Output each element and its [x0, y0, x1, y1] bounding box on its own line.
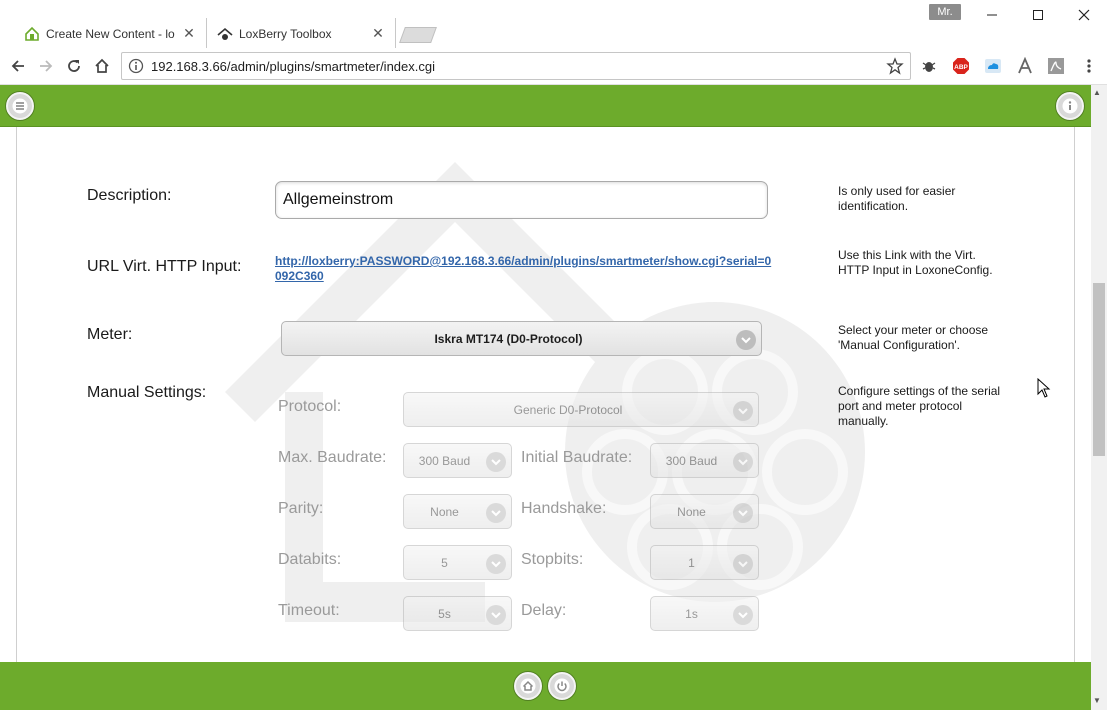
loxone-favicon-icon: [24, 26, 40, 42]
initial-baudrate-value: 300 Baud: [665, 453, 718, 468]
browser-menu-icon[interactable]: [1080, 57, 1098, 75]
pdf-extension-icon[interactable]: [1047, 57, 1065, 75]
home-icon: [520, 678, 536, 694]
svg-text:ABP: ABP: [954, 64, 968, 71]
protocol-select[interactable]: Generic D0-Protocol: [403, 392, 759, 427]
reload-icon[interactable]: [62, 54, 86, 78]
handshake-label: Handshake:: [521, 500, 607, 517]
bookmark-star-icon[interactable]: [886, 57, 904, 80]
parity-select[interactable]: None: [403, 494, 512, 529]
meter-select-value: Iskra MT174 (D0-Protocol): [434, 331, 583, 346]
chevron-down-icon: [486, 452, 506, 472]
url-virt-http-input-label: URL Virt. HTTP Input:: [87, 258, 242, 275]
url-text: 192.168.3.66/admin/plugins/smartmeter/in…: [151, 59, 435, 74]
chevron-down-icon: [733, 503, 753, 523]
meter-select[interactable]: Iskra MT174 (D0-Protocol): [281, 321, 762, 356]
tab-close-icon[interactable]: ✕: [182, 25, 196, 41]
content-area: Description: Is only used for easier ide…: [16, 127, 1075, 662]
menu-button[interactable]: [6, 92, 34, 120]
stopbits-select[interactable]: 1: [650, 545, 759, 580]
timeout-select[interactable]: 5s: [403, 596, 512, 631]
chevron-down-icon: [486, 503, 506, 523]
chevron-down-icon: [486, 605, 506, 625]
description-label: Description:: [87, 187, 172, 204]
meter-label: Meter:: [87, 326, 133, 343]
mouse-cursor-icon: [1037, 378, 1051, 398]
minimize-button[interactable]: [969, 0, 1015, 30]
parity-label: Parity:: [278, 500, 324, 517]
stopbits-value: 1: [688, 555, 695, 570]
address-bar[interactable]: 192.168.3.66/admin/plugins/smartmeter/in…: [121, 52, 911, 80]
meter-help-text: Select your meter or choose 'Manual Conf…: [838, 323, 989, 352]
description-input[interactable]: [275, 181, 768, 219]
chevron-down-icon: [486, 554, 506, 574]
chevron-down-icon: [733, 554, 753, 574]
manual-settings-label: Manual Settings:: [87, 384, 207, 401]
hamburger-menu-icon: [12, 98, 28, 114]
browser-titlebar: Create New Content - lo ✕ LoxBerry Toolb…: [0, 0, 1107, 49]
home-button[interactable]: [514, 672, 542, 700]
stopbits-label: Stopbits:: [521, 551, 584, 568]
chevron-down-icon: [733, 605, 753, 625]
chevron-down-icon: [733, 401, 753, 421]
max-baudrate-value: 300 Baud: [418, 453, 471, 468]
loxberry-favicon-icon: [217, 26, 233, 42]
page-footer: [0, 662, 1091, 710]
tab-close-icon[interactable]: ✕: [371, 25, 385, 41]
scroll-down-arrow-icon[interactable]: ▼: [1093, 696, 1101, 705]
scrollbar-thumb[interactable]: [1093, 283, 1105, 456]
databits-label: Databits:: [278, 551, 342, 568]
cloud-extension-icon[interactable]: [984, 57, 1002, 75]
delay-label: Delay:: [521, 602, 567, 619]
handshake-value: None: [677, 504, 706, 519]
home-icon[interactable]: [90, 54, 114, 78]
description-help-text: Is only used for easier identification.: [838, 184, 956, 213]
new-tab-button[interactable]: [399, 27, 437, 43]
forward-arrow-icon[interactable]: [34, 54, 58, 78]
manual-settings-help-text: Configure settings of the serial port an…: [838, 384, 1001, 428]
close-window-button[interactable]: [1061, 0, 1107, 30]
max-baudrate-label: Max. Baudrate:: [278, 449, 387, 466]
initial-baudrate-label: Initial Baudrate:: [521, 449, 633, 466]
chevron-down-icon: [733, 452, 753, 472]
user-profile-badge[interactable]: Mr.: [929, 4, 961, 20]
tab-loxberry-toolbox[interactable]: LoxBerry Toolbox ✕: [206, 18, 396, 49]
timeout-value: 5s: [438, 606, 451, 621]
power-button[interactable]: [548, 672, 576, 700]
virt-http-input-link[interactable]: http://loxberry:PASSWORD@192.168.3.66/ad…: [275, 254, 775, 284]
max-baudrate-select[interactable]: 300 Baud: [403, 443, 512, 478]
bug-extension-icon[interactable]: [920, 57, 938, 75]
adblock-plus-icon[interactable]: ABP: [952, 57, 970, 75]
scroll-up-arrow-icon[interactable]: ▲: [1093, 88, 1101, 97]
timeout-label: Timeout:: [278, 602, 340, 619]
site-info-icon[interactable]: [128, 58, 144, 74]
protocol-select-value: Generic D0-Protocol: [513, 402, 623, 417]
delay-value: 1s: [685, 606, 698, 621]
info-icon: [1062, 98, 1078, 114]
databits-select[interactable]: 5: [403, 545, 512, 580]
parity-value: None: [430, 504, 459, 519]
databits-value: 5: [441, 555, 448, 570]
back-arrow-icon[interactable]: [6, 54, 30, 78]
initial-baudrate-select[interactable]: 300 Baud: [650, 443, 759, 478]
font-extension-icon[interactable]: [1016, 57, 1034, 75]
url-help-text: Use this Link with the Virt. HTTP Input …: [838, 248, 993, 277]
tab-title: Create New Content - lo: [46, 26, 175, 41]
browser-toolbar: 192.168.3.66/admin/plugins/smartmeter/in…: [0, 48, 1107, 85]
tab-create-new-content[interactable]: Create New Content - lo ✕: [10, 18, 206, 49]
delay-select[interactable]: 1s: [650, 596, 759, 631]
handshake-select[interactable]: None: [650, 494, 759, 529]
page-header: [0, 85, 1091, 127]
tab-title: LoxBerry Toolbox: [239, 26, 332, 41]
info-button[interactable]: [1056, 92, 1084, 120]
protocol-label: Protocol:: [278, 398, 342, 415]
power-icon: [554, 678, 570, 694]
maximize-button[interactable]: [1015, 0, 1061, 30]
chevron-down-icon: [736, 330, 756, 350]
